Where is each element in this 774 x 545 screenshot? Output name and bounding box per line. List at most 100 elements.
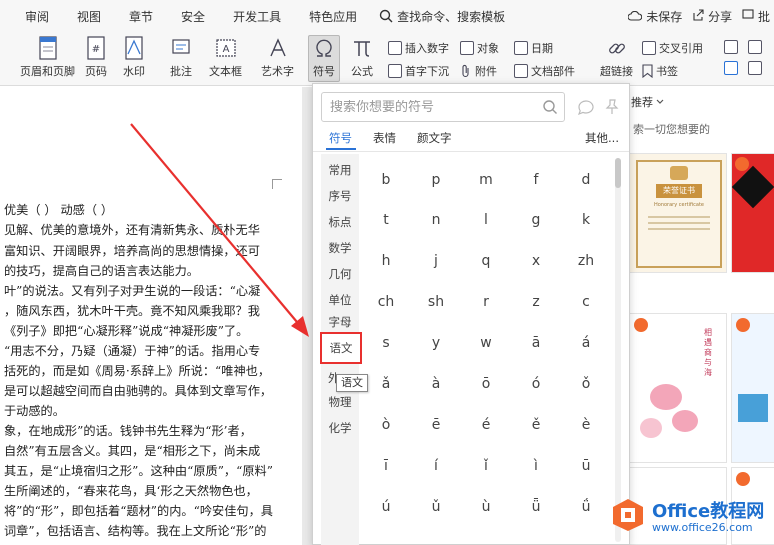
menu-special-apps[interactable]: 特色应用 — [309, 8, 357, 25]
textbox-button[interactable]: A 文本框 — [209, 36, 242, 79]
symbol-cell[interactable]: ī — [366, 458, 406, 474]
wordart-button[interactable]: 艺术字 — [261, 36, 294, 79]
hyperlink-button[interactable]: 超链接 — [600, 36, 633, 79]
symbol-cell[interactable]: í — [416, 458, 456, 474]
symbol-cell[interactable]: ù — [466, 499, 506, 515]
symbol-cell[interactable]: t — [366, 212, 406, 228]
symbol-cell[interactable]: ǘ — [566, 499, 606, 515]
tab-emoji[interactable]: 表情 — [373, 130, 396, 146]
formula-button[interactable]: 公式 — [350, 36, 374, 79]
symbol-cell[interactable]: m — [466, 172, 506, 188]
category-chemistry[interactable]: 化学 — [321, 420, 359, 436]
dropcap-button[interactable]: 首字下沉 — [388, 63, 449, 79]
menu-review[interactable]: 审阅 — [25, 8, 49, 25]
page-number-button[interactable]: # 页码 — [84, 36, 108, 79]
template-thumb-blue[interactable] — [731, 313, 774, 463]
command-search[interactable]: 查找命令、搜索模板 — [379, 8, 505, 25]
menu-view[interactable]: 视图 — [77, 8, 101, 25]
symbol-cell[interactable]: f — [516, 172, 556, 188]
category-chinese[interactable]: 语文 — [320, 332, 362, 364]
date-button[interactable]: 日期 — [514, 40, 553, 56]
symbol-cell[interactable]: ú — [366, 499, 406, 515]
symbol-cell[interactable]: g — [516, 212, 556, 228]
symbol-cell[interactable]: á — [566, 335, 606, 351]
layout-icon-4[interactable] — [748, 61, 762, 75]
watermark-button[interactable]: 水印 — [122, 36, 146, 79]
category-math[interactable]: 数学 — [321, 240, 359, 256]
symbol-cell[interactable]: h — [366, 253, 406, 269]
document-page[interactable]: 优美（ ） 动感（ ） 见解、优美的意境外，还有清新隽永、质朴无华 富知识、开阔眼界… — [0, 87, 302, 545]
symbol-cell[interactable]: ā — [516, 335, 556, 351]
symbol-cell[interactable]: ch — [366, 294, 406, 310]
symbol-cell[interactable]: è — [566, 417, 606, 433]
layout-icon-1[interactable] — [724, 40, 738, 54]
symbol-cell[interactable]: ǖ — [516, 499, 556, 515]
cross-ref-button[interactable]: 交叉引用 — [642, 40, 703, 56]
symbol-cell[interactable]: s — [366, 335, 406, 351]
menu-developer-tools[interactable]: 开发工具 — [233, 8, 281, 25]
symbol-cell[interactable]: ǔ — [416, 499, 456, 515]
chat-bubble-icon[interactable] — [577, 98, 595, 116]
symbol-cell[interactable]: d — [566, 172, 606, 188]
symbol-cell[interactable]: ū — [566, 458, 606, 474]
symbol-button[interactable]: 符号 — [308, 35, 340, 82]
tab-symbols[interactable]: 符号 — [329, 130, 352, 146]
symbol-cell[interactable]: p — [416, 172, 456, 188]
symbol-cell[interactable]: y — [416, 335, 456, 351]
symbol-cell[interactable]: r — [466, 294, 506, 310]
menu-security[interactable]: 安全 — [181, 8, 205, 25]
header-footer-button[interactable]: 页眉和页脚 — [20, 36, 75, 79]
unsaved-status[interactable]: 未保存 — [627, 8, 682, 25]
category-serial[interactable]: 序号 — [321, 188, 359, 204]
symbol-cell[interactable]: sh — [416, 294, 456, 310]
symbol-cell[interactable]: ì — [516, 458, 556, 474]
tab-kaomoji[interactable]: 颜文字 — [417, 130, 452, 146]
symbol-cell[interactable]: b — [366, 172, 406, 188]
category-physics[interactable]: 物理 — [321, 394, 359, 410]
doc-parts-button[interactable]: 文档部件 — [514, 63, 575, 79]
menu-chapter[interactable]: 章节 — [129, 8, 153, 25]
symbol-cell[interactable]: w — [466, 335, 506, 351]
batch-button[interactable]: 批 — [742, 8, 770, 25]
symbol-cell[interactable]: n — [416, 212, 456, 228]
category-unit[interactable]: 单位 — [321, 292, 359, 308]
share-button[interactable]: 分享 — [692, 8, 732, 25]
layout-icon-3[interactable] — [724, 61, 738, 75]
scrollbar-thumb[interactable] — [615, 158, 621, 188]
pin-icon[interactable] — [603, 98, 621, 116]
symbol-cell[interactable]: l — [466, 212, 506, 228]
symbol-cell[interactable]: ǒ — [566, 376, 606, 392]
bookmark-button[interactable]: 书签 — [642, 63, 678, 79]
symbol-cell[interactable]: z — [516, 294, 556, 310]
symbol-cell[interactable]: à — [416, 376, 456, 392]
attachment-button[interactable]: 附件 — [460, 63, 497, 79]
symbol-cell[interactable]: ò — [366, 417, 406, 433]
object-button[interactable]: 对象 — [460, 40, 499, 56]
template-thumb-flower[interactable]: 相遇商与海 — [629, 313, 727, 463]
symbol-scrollbar[interactable] — [615, 158, 621, 542]
symbol-cell[interactable]: c — [566, 294, 606, 310]
comment-button[interactable]: 批注 — [169, 36, 193, 79]
recommend-tab[interactable]: 推荐 — [631, 94, 653, 110]
symbol-cell[interactable]: q — [466, 253, 506, 269]
insert-number-button[interactable]: 插入数字 — [388, 40, 449, 56]
symbol-cell[interactable]: zh — [566, 253, 606, 269]
template-thumb-red[interactable] — [731, 153, 774, 273]
symbol-cell[interactable]: ǐ — [466, 458, 506, 474]
category-punctuation[interactable]: 标点 — [321, 214, 359, 230]
search-icon[interactable] — [542, 99, 558, 115]
layout-icon-2[interactable] — [748, 40, 762, 54]
symbol-cell[interactable]: ō — [466, 376, 506, 392]
symbol-cell[interactable]: ē — [416, 417, 456, 433]
category-letters[interactable]: 字母 — [321, 314, 359, 330]
symbol-cell[interactable]: ó — [516, 376, 556, 392]
symbol-cell[interactable]: ǎ — [366, 376, 406, 392]
symbol-cell[interactable]: é — [466, 417, 506, 433]
symbol-cell[interactable]: ě — [516, 417, 556, 433]
symbol-search-input[interactable] — [330, 99, 540, 115]
symbol-cell[interactable]: j — [416, 253, 456, 269]
category-geometry[interactable]: 几何 — [321, 266, 359, 282]
symbol-cell[interactable]: x — [516, 253, 556, 269]
more-symbols-link[interactable]: 其他... — [585, 130, 619, 146]
symbol-cell[interactable]: k — [566, 212, 606, 228]
